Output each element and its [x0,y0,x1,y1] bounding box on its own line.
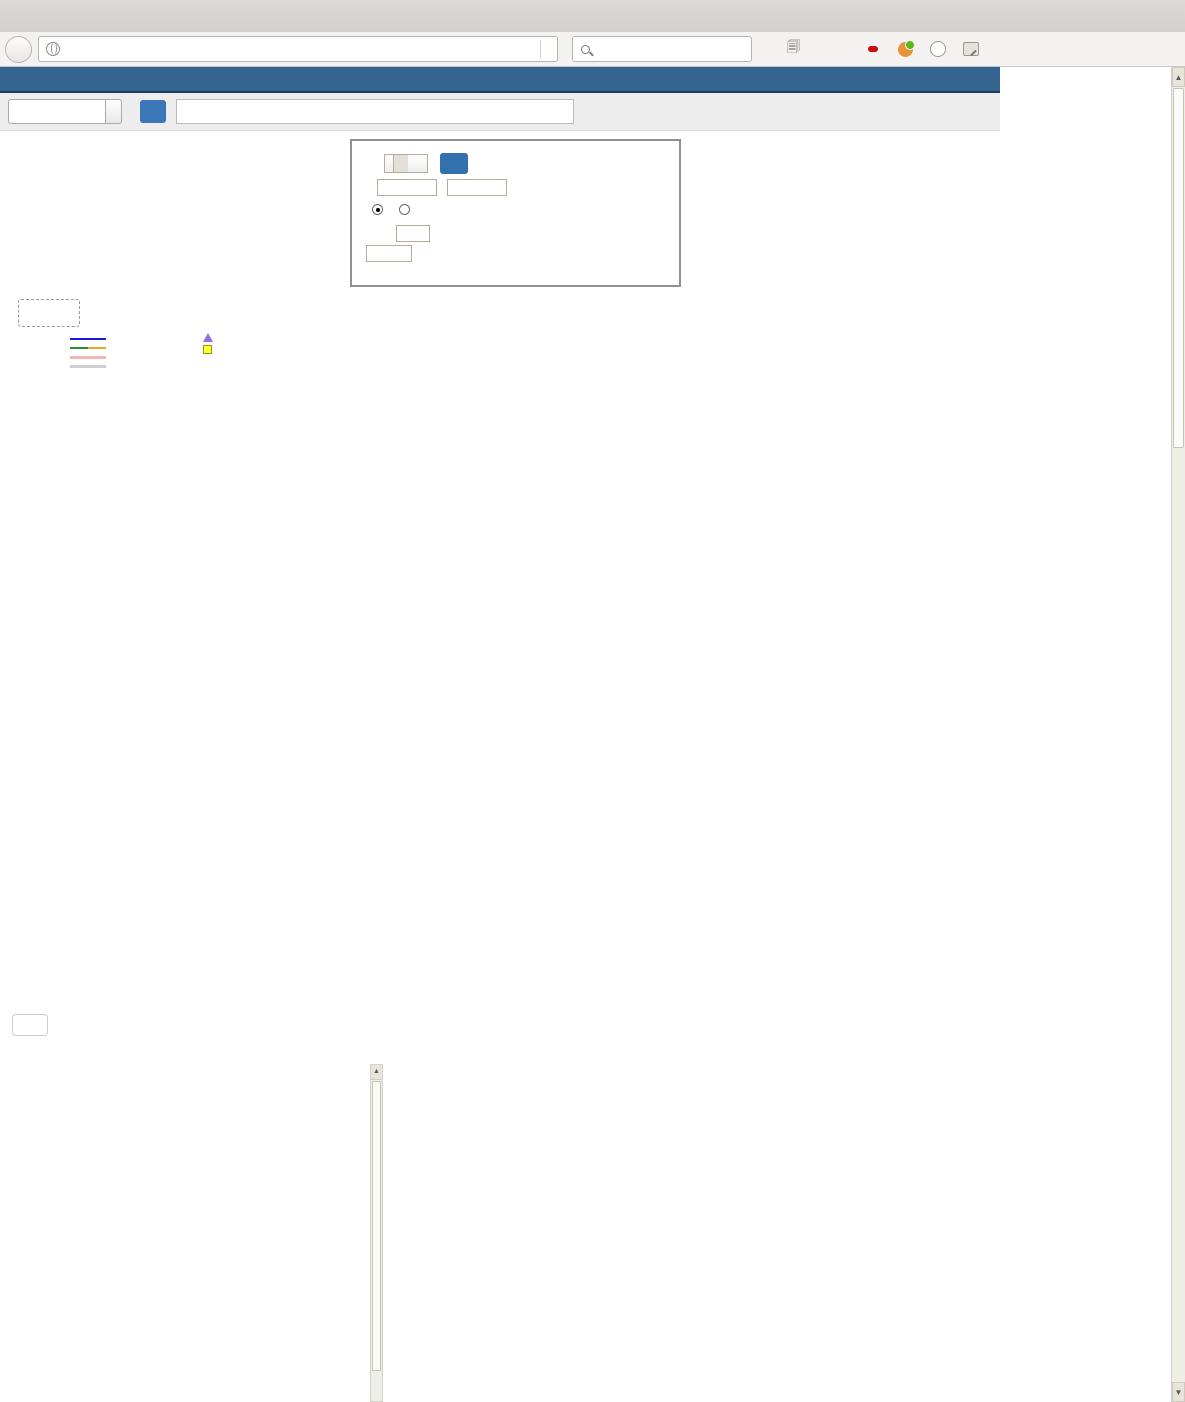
legend-lrs-line [70,338,106,340]
browser-tab-bar [0,0,1185,32]
csv-button[interactable] [12,1014,48,1036]
chr-select-caret-icon[interactable] [393,155,408,172]
chr-select[interactable] [384,154,428,173]
category-caret-icon[interactable] [106,99,122,124]
back-button[interactable] [5,36,32,63]
browser-toolbar: 🗐 [0,32,1185,67]
search-all-button[interactable] [140,100,166,123]
table-scroll-up-icon[interactable]: ▲ [371,1065,382,1080]
browser-search-input[interactable] [572,36,752,62]
remap-button[interactable] [440,153,468,174]
frequency-peak-icon [203,345,212,354]
view-to-input[interactable] [447,179,507,196]
clipboard-icon[interactable]: 🗐 [787,38,800,60]
legend-suggestive-line [70,365,106,368]
units-lod-radio[interactable] [399,204,410,215]
legend-additive-line-orange [88,347,106,349]
gn-navbar [0,67,1000,93]
edit-extension-icon[interactable] [963,42,979,56]
s-extension-icon[interactable] [930,41,946,57]
legend-additive-line-green [70,347,88,349]
results-table-scrollbar[interactable]: ▲ [370,1064,383,1402]
mapping-options-panel [350,139,681,287]
window-scrollbar[interactable]: ▲ ▼ [1171,67,1185,1402]
url-field[interactable] [38,36,558,62]
gn-search-input[interactable] [176,99,574,124]
adblock-icon[interactable] [868,46,881,52]
width-input[interactable] [366,245,412,262]
legend-significant-line [70,356,106,359]
search-icon [581,45,590,54]
table-scroll-thumb[interactable] [372,1081,381,1371]
sequence-site-icon [203,333,213,342]
search-category-select[interactable] [8,99,106,124]
yaxis-units-input[interactable] [396,225,430,242]
permutation-histogram [10,752,340,964]
scroll-down-icon[interactable]: ▼ [1172,1382,1185,1402]
tab-gn1-map[interactable] [18,299,80,327]
scroll-up-icon[interactable]: ▲ [1172,67,1185,87]
extension-icon[interactable] [898,42,913,57]
view-from-input[interactable] [377,179,437,196]
gn-search-row [0,93,1000,131]
genome-lrs-chart [0,372,1100,717]
scroll-thumb[interactable] [1173,88,1184,448]
site-globe-icon [46,42,60,56]
units-lrs-radio[interactable] [372,204,383,215]
